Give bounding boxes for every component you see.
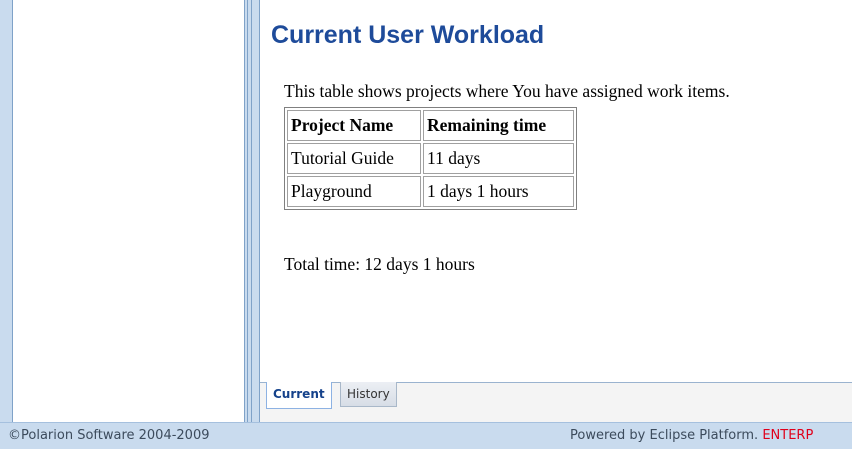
tab-current[interactable]: Current bbox=[266, 382, 332, 409]
tab-bar: Current History bbox=[260, 382, 852, 422]
remaining-time-cell: 1 days 1 hours bbox=[423, 176, 574, 207]
table-row: Tutorial Guide 11 days bbox=[287, 143, 574, 174]
table-description: This table shows projects where You have… bbox=[284, 81, 730, 101]
total-time: Total time: 12 days 1 hours bbox=[284, 254, 475, 274]
panel-splitter[interactable] bbox=[245, 0, 259, 422]
left-frame-strip bbox=[0, 0, 12, 422]
edition-label: ENTERP bbox=[762, 428, 814, 443]
workload-table: Project Name Remaining time Tutorial Gui… bbox=[284, 107, 577, 210]
powered-by-text: Powered by Eclipse Platform. ENTERP bbox=[570, 428, 813, 443]
copyright-text: ©Polarion Software 2004-2009 bbox=[8, 428, 210, 443]
project-name-cell: Tutorial Guide bbox=[287, 143, 421, 174]
remaining-time-cell: 11 days bbox=[423, 143, 574, 174]
app-window: Current User Workload This table shows p… bbox=[0, 0, 852, 449]
tab-history[interactable]: History bbox=[340, 382, 397, 407]
splitter-line bbox=[251, 0, 252, 422]
column-header-remaining-time: Remaining time bbox=[423, 110, 574, 141]
powered-by-label: Powered by Eclipse Platform. bbox=[570, 428, 759, 443]
navigation-panel bbox=[12, 0, 245, 422]
page-title: Current User Workload bbox=[271, 21, 545, 49]
table-header-row: Project Name Remaining time bbox=[287, 110, 574, 141]
main-content-panel: Current User Workload This table shows p… bbox=[259, 0, 852, 422]
status-footer: ©Polarion Software 2004-2009 Powered by … bbox=[0, 422, 852, 449]
column-header-project-name: Project Name bbox=[287, 110, 421, 141]
splitter-line bbox=[247, 0, 248, 422]
project-name-cell: Playground bbox=[287, 176, 421, 207]
table-row: Playground 1 days 1 hours bbox=[287, 176, 574, 207]
